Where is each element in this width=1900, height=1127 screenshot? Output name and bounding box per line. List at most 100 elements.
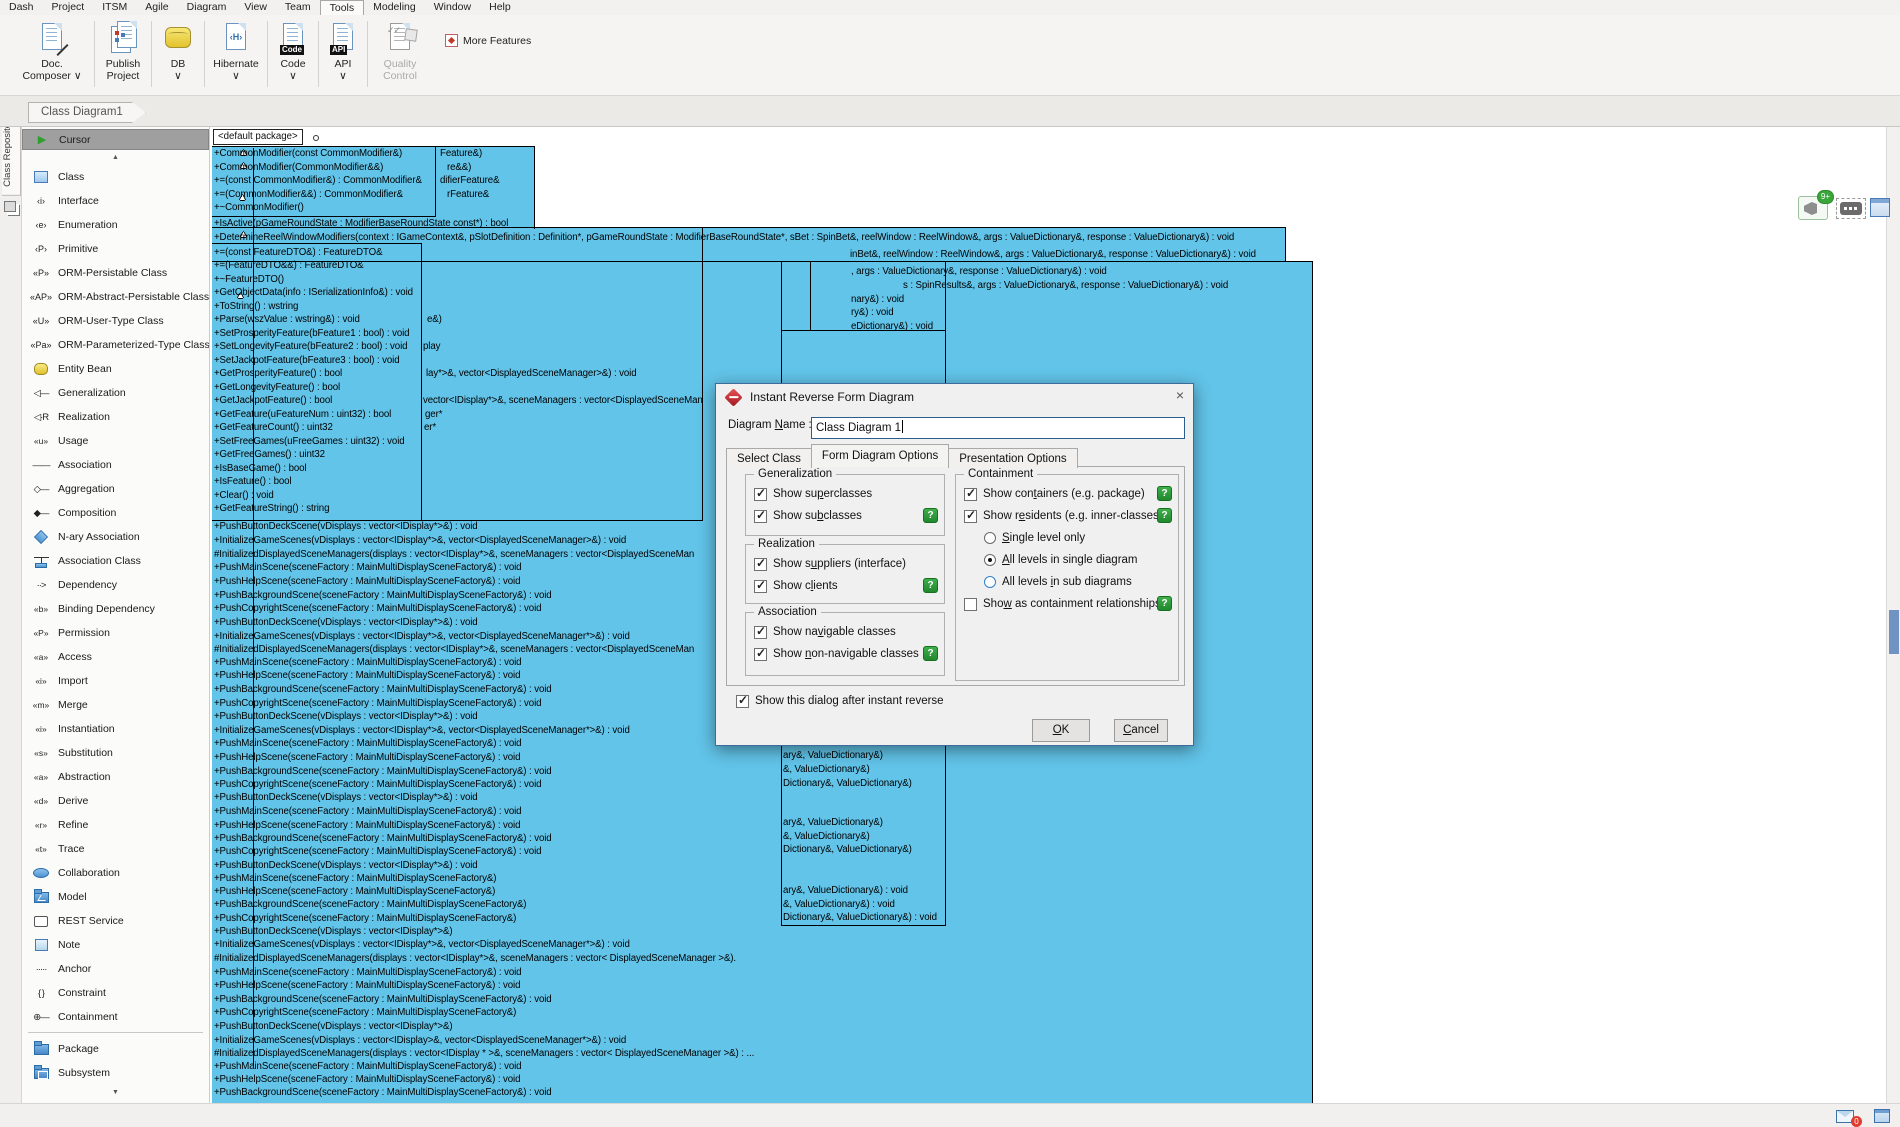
palette-item-cursor[interactable]: ▶ Cursor xyxy=(22,129,209,150)
palette-item-access[interactable]: «a»Access xyxy=(22,645,209,669)
palette-item-usage[interactable]: «u»Usage xyxy=(22,429,209,453)
palette-item-realization[interactable]: ◁·RRealization xyxy=(22,405,209,429)
checkbox-show-non-navigable-classes[interactable] xyxy=(754,648,767,661)
palette-item-refine[interactable]: «r»Refine xyxy=(22,813,209,837)
radio-single-level-only[interactable] xyxy=(984,532,996,544)
help-icon[interactable]: ? xyxy=(923,508,938,523)
palette-scroll-up[interactable]: ▲ xyxy=(22,150,209,165)
h-tag-glyph: ‹H› xyxy=(218,32,254,42)
palette-item-orm-user-type-class[interactable]: «U»ORM-User-Type Class xyxy=(22,309,209,333)
dialog-titlebar[interactable]: Instant Reverse Form Diagram × xyxy=(716,384,1193,411)
cancel-button[interactable]: Cancel xyxy=(1114,719,1168,742)
checkbox-show-superclasses[interactable] xyxy=(754,488,767,501)
palette-item-label: Trace xyxy=(58,843,84,855)
tab-class-diagram1[interactable]: Class Diagram1 xyxy=(28,102,146,123)
menu-window[interactable]: Window xyxy=(425,0,480,15)
palette-item-interface[interactable]: ‹i›Interface xyxy=(22,189,209,213)
help-icon[interactable]: ? xyxy=(923,646,938,661)
palette-item-orm-persistable-class[interactable]: «P»ORM-Persistable Class xyxy=(22,261,209,285)
code-button[interactable]: CodeCode∨ xyxy=(271,17,315,93)
radio-all-levels-in-sub-diagrams[interactable] xyxy=(984,576,996,588)
code-icon: Code xyxy=(275,19,311,57)
menu-itsm[interactable]: ITSM xyxy=(93,0,136,15)
menu-help[interactable]: Help xyxy=(480,0,520,15)
menu-team[interactable]: Team xyxy=(276,0,320,15)
menu-view[interactable]: View xyxy=(235,0,276,15)
menu-dash[interactable]: Dash xyxy=(0,0,43,15)
palette-item-collaboration[interactable]: Collaboration xyxy=(22,861,209,885)
palette-item-primitive[interactable]: ‹P›Primitive xyxy=(22,237,209,261)
palette-item-substitution[interactable]: «s»Substitution xyxy=(22,741,209,765)
checkbox-show-residents-e-g-inner-classes[interactable] xyxy=(964,510,977,523)
close-icon[interactable]: × xyxy=(1176,387,1184,403)
group-legend: Generalization xyxy=(754,467,836,481)
help-icon[interactable]: ? xyxy=(1157,596,1172,611)
api-button[interactable]: APIAPI∨ xyxy=(322,17,364,93)
palette-item-constraint[interactable]: { }Constraint xyxy=(22,981,209,1005)
doc-composer-button[interactable]: Doc.Composer ∨ xyxy=(8,17,96,93)
checkbox-show-navigable-classes[interactable] xyxy=(754,626,767,639)
palette-item-permission[interactable]: «P»Permission xyxy=(22,621,209,645)
diagram-name-input[interactable]: Class Diagram 1 xyxy=(811,417,1185,439)
palette-item-association[interactable]: ——Association xyxy=(22,453,209,477)
palette-scroll-down[interactable]: ▼ xyxy=(22,1085,209,1100)
palette-item-model[interactable]: Model xyxy=(22,885,209,909)
palette-item-note[interactable]: Note xyxy=(22,933,209,957)
palette-item-dependency[interactable]: ··>Dependency xyxy=(22,573,209,597)
hibernate-button[interactable]: ‹H›Hibernate∨ xyxy=(208,17,264,93)
palette-item-binding-dependency[interactable]: «b»Binding Dependency xyxy=(22,597,209,621)
tab-form-diagram-options[interactable]: Form Diagram Options xyxy=(811,444,949,467)
scrollbar-thumb[interactable] xyxy=(1889,610,1899,654)
palette-item-rest-service[interactable]: REST Service xyxy=(22,909,209,933)
palette-item-orm-parameterized-type-class[interactable]: «Pa»ORM-Parameterized-Type Class xyxy=(22,333,209,357)
checkbox-show-this-dialog-after-instant-reverse[interactable] xyxy=(736,695,749,708)
palette-item-instantiation[interactable]: «i»Instantiation xyxy=(22,717,209,741)
member-signature: #InitializedDisplayedSceneManagers(displ… xyxy=(214,548,694,561)
menu-diagram[interactable]: Diagram xyxy=(178,0,236,15)
palette-item-containment[interactable]: ⊕—Containment xyxy=(22,1005,209,1029)
vertical-scrollbar[interactable] xyxy=(1886,127,1900,1103)
palette-item-merge[interactable]: «m»Merge xyxy=(22,693,209,717)
palette-item-derive[interactable]: «d»Derive xyxy=(22,789,209,813)
palette-item-trace[interactable]: «t»Trace xyxy=(22,837,209,861)
palette-item-orm-abstract-persistable-class[interactable]: «AP»ORM-Abstract-Persistable Class xyxy=(22,285,209,309)
palette-item-entity-bean[interactable]: Entity Bean xyxy=(22,357,209,381)
cascade-windows-icon[interactable] xyxy=(4,201,16,212)
palette-item-aggregation[interactable]: ◇—Aggregation xyxy=(22,477,209,501)
help-icon[interactable]: ? xyxy=(1157,508,1172,523)
ok-button[interactable]: OK xyxy=(1032,719,1090,742)
menu-agile[interactable]: Agile xyxy=(136,0,177,15)
help-icon[interactable]: ? xyxy=(1157,486,1172,501)
announcements-button[interactable]: 9+ xyxy=(1798,196,1828,220)
more-features-button[interactable]: More Features xyxy=(445,31,531,51)
radio-all-levels-in-single-diagram[interactable] xyxy=(984,554,996,566)
palette-item-package[interactable]: Package xyxy=(22,1037,209,1061)
publish-project-button[interactable]: PublishProject xyxy=(98,17,148,93)
layout-panel-icon[interactable] xyxy=(1870,198,1890,217)
checkbox-show-clients[interactable] xyxy=(754,580,767,593)
checkbox-show-suppliers-interface[interactable] xyxy=(754,558,767,571)
menu-modeling[interactable]: Modeling xyxy=(364,0,425,15)
palette-item-class[interactable]: Class xyxy=(22,165,209,189)
db-button[interactable]: DB∨ xyxy=(155,17,201,93)
panel-toggle-icon[interactable] xyxy=(1874,1109,1890,1123)
palette-item-composition[interactable]: ◆—Composition xyxy=(22,501,209,525)
palette-item-import[interactable]: «i»Import xyxy=(22,669,209,693)
checkbox-show-subclasses[interactable] xyxy=(754,510,767,523)
help-icon[interactable]: ? xyxy=(923,578,938,593)
fit-to-window-icon[interactable] xyxy=(1840,202,1862,215)
palette-item-anchor[interactable]: ·····Anchor xyxy=(22,957,209,981)
palette-item-association-class[interactable]: Association Class xyxy=(22,549,209,573)
checkbox-show-as-containment-relationships[interactable] xyxy=(964,598,977,611)
option-label: Show clients xyxy=(773,580,838,592)
palette-item-generalization[interactable]: ◁—Generalization xyxy=(22,381,209,405)
tab-select-class[interactable]: Select Class xyxy=(726,448,812,468)
tab-presentation-options[interactable]: Presentation Options xyxy=(948,448,1077,468)
palette-item-n-ary-association[interactable]: N-ary Association xyxy=(22,525,209,549)
palette-item-subsystem[interactable]: Subsystem xyxy=(22,1061,209,1085)
checkbox-show-containers-e-g-package[interactable] xyxy=(964,488,977,501)
palette-item-enumeration[interactable]: ‹e›Enumeration xyxy=(22,213,209,237)
menu-project[interactable]: Project xyxy=(43,0,94,15)
palette-item-abstraction[interactable]: «a»Abstraction xyxy=(22,765,209,789)
menu-tools[interactable]: Tools xyxy=(320,0,365,15)
